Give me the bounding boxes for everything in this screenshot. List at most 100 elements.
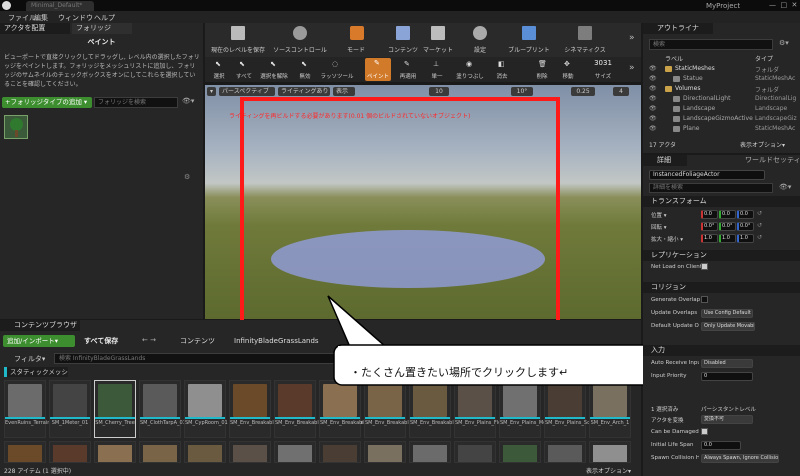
add-foliage-type-button[interactable]: +フォリッジタイプの追加 ▾: [2, 97, 92, 108]
tool-erase[interactable]: ◧ 消去: [491, 59, 513, 81]
menu-help[interactable]: ヘルプ: [94, 13, 115, 23]
asset-tile-row2[interactable]: [499, 441, 541, 463]
transform-value-field[interactable]: 1.0: [737, 234, 754, 243]
tab-foliage[interactable]: フォリッジ: [72, 23, 132, 34]
reset-arrow-icon[interactable]: ↺: [757, 222, 762, 229]
add-import-button[interactable]: 追加/インポート▾: [3, 335, 75, 347]
asset-tile-row2[interactable]: [229, 441, 271, 463]
transform-value-field[interactable]: 0.0°: [719, 222, 736, 231]
asset-tile-row2[interactable]: [184, 441, 226, 463]
transform-value-field[interactable]: 0.0: [701, 210, 718, 219]
details-search-input[interactable]: 詳細を検索: [649, 183, 773, 193]
angle-snap-value[interactable]: 10°: [511, 87, 533, 96]
settings-icon[interactable]: ⚙: [184, 173, 190, 181]
asset-tile-row2[interactable]: [454, 441, 496, 463]
eye-icon[interactable]: 👁▾: [182, 97, 200, 108]
settings-button[interactable]: 設定: [463, 23, 497, 57]
outliner-search-input[interactable]: 検索: [649, 39, 773, 50]
camera-speed-value[interactable]: 4: [613, 87, 629, 96]
outliner-row[interactable]: 👁 LandscapeGizmoActiveLandscapeGi Landsc…: [643, 115, 800, 125]
asset-tile-row2[interactable]: [49, 441, 91, 463]
foliage-search-input[interactable]: フォリッジを検索: [94, 97, 178, 108]
path-infinityblade[interactable]: InfinityBladeGrassLands: [234, 336, 319, 346]
content-button[interactable]: コンテンツ: [386, 23, 420, 57]
transform-value-field[interactable]: 1.0: [701, 234, 718, 243]
transform-value-field[interactable]: 0.0: [719, 210, 736, 219]
level-tab[interactable]: Minimal_Default*: [26, 1, 94, 11]
update-overlaps-dropdown[interactable]: Use Config Default ▾: [701, 309, 753, 318]
outliner-row[interactable]: 👁 StaticMeshes フォルダ: [643, 65, 800, 75]
toolbar-overflow-icon[interactable]: »: [629, 33, 635, 43]
reset-arrow-icon[interactable]: ↺: [757, 234, 762, 241]
tool-delete[interactable]: 🗑 削除: [531, 59, 553, 81]
replication-section-header[interactable]: レプリケーション: [643, 250, 800, 261]
marketplace-button[interactable]: マーケット: [421, 23, 455, 57]
asset-tile-row2[interactable]: [4, 441, 46, 463]
outliner-tab[interactable]: アウトライナ: [643, 23, 713, 34]
generate-overlap-checkbox[interactable]: [701, 296, 708, 303]
tab-place-actors[interactable]: アクタを配置: [0, 23, 70, 34]
outliner-view-options[interactable]: 表示オプション▾: [740, 140, 785, 149]
menu-window[interactable]: ウィンドウ: [58, 13, 93, 23]
collision-section-header[interactable]: コリジョン: [643, 282, 800, 293]
asset-tile-row2[interactable]: [139, 441, 181, 463]
menu-edit[interactable]: 編集: [34, 13, 48, 23]
tool-select-all[interactable]: ⬉ すべて: [233, 59, 255, 81]
asset-tile[interactable]: EvenRuins_Terrain: [4, 380, 50, 438]
input-priority-field[interactable]: 0: [701, 372, 753, 381]
save-all-button[interactable]: すべて保存: [84, 336, 134, 346]
visibility-eye-icon[interactable]: 👁: [649, 125, 657, 132]
visibility-eye-icon[interactable]: 👁: [649, 95, 657, 102]
lit-mode-button[interactable]: ライティングあり: [278, 87, 330, 96]
viewport-options-icon[interactable]: ▾: [207, 87, 216, 96]
brush-size[interactable]: 3031 サイズ: [589, 59, 617, 81]
convert-actor-dropdown[interactable]: 変換不可: [701, 415, 753, 424]
asset-tile-row2[interactable]: [274, 441, 316, 463]
can-be-damaged-checkbox[interactable]: [701, 428, 708, 435]
blueprints-button[interactable]: ブループリント: [505, 23, 553, 57]
tool-single[interactable]: ⊥ 単一: [427, 59, 447, 81]
outliner-row[interactable]: 👁 Landscape Landscape: [643, 105, 800, 115]
transform-value-field[interactable]: 0.0: [737, 210, 754, 219]
tool-invalid[interactable]: ⬉ 無効: [295, 59, 315, 81]
static-mesh-filter-chip[interactable]: スタティックメッシュ: [4, 367, 68, 377]
net-load-checkbox[interactable]: [701, 263, 708, 270]
input-section-header[interactable]: 入力: [643, 345, 800, 356]
window-controls[interactable]: — □ ✕: [769, 1, 797, 9]
save-level-button[interactable]: 現在のレベルを保存: [209, 23, 267, 57]
visibility-eye-icon[interactable]: 👁: [649, 85, 657, 92]
visibility-eye-icon[interactable]: 👁: [649, 105, 657, 112]
visibility-eye-icon[interactable]: 👁: [649, 75, 657, 82]
initial-life-span-field[interactable]: 0.0: [701, 441, 741, 450]
column-type[interactable]: タイプ: [755, 54, 773, 63]
reset-arrow-icon[interactable]: ↺: [757, 210, 762, 217]
tool-select[interactable]: ⬉ 選択: [209, 59, 229, 81]
source-control-button[interactable]: ソースコントロール: [271, 23, 329, 57]
details-tab[interactable]: 詳細: [643, 155, 687, 166]
asset-tile[interactable]: SM_Env_Breakables_Box1: [229, 380, 294, 438]
default-update-dropdown[interactable]: Only Update Movable ▾: [701, 322, 755, 331]
actor-name-field[interactable]: InstancedFoliageActor: [649, 170, 765, 180]
world-settings-tab[interactable]: ワールドセッティン: [733, 155, 799, 166]
perspective-button[interactable]: パースペクティブ: [219, 87, 275, 96]
show-button[interactable]: 表示: [333, 87, 355, 96]
details-view-icon[interactable]: 👁▾: [779, 183, 791, 191]
back-forward-icon[interactable]: ← →: [142, 336, 156, 344]
filters-button[interactable]: フィルタ▾: [14, 354, 45, 364]
asset-tile[interactable]: SM_Cherry_Tree: [94, 380, 136, 438]
visibility-eye-icon[interactable]: 👁: [649, 115, 657, 122]
content-view-options[interactable]: 表示オプション▾: [586, 466, 631, 475]
outliner-row[interactable]: 👁 DirectionalLight DirectionalLig: [643, 95, 800, 105]
asset-tile-row2[interactable]: [409, 441, 451, 463]
outliner-settings-icon[interactable]: ⚙▾: [779, 39, 789, 47]
grid-snap-value[interactable]: 10: [429, 87, 449, 96]
auto-receive-input-dropdown[interactable]: Disabled: [701, 359, 753, 368]
transform-value-field[interactable]: 1.0: [719, 234, 736, 243]
tool-reapply[interactable]: ✎ 再適用: [395, 59, 421, 81]
visibility-eye-icon[interactable]: 👁: [649, 65, 657, 72]
scale-snap-value[interactable]: 0.25: [571, 87, 595, 96]
content-browser-tab[interactable]: コンテンツブラウザ: [0, 320, 80, 331]
tool-paint[interactable]: ✎ ペイント: [365, 58, 391, 81]
menu-file[interactable]: ファイル: [8, 13, 36, 23]
asset-tile-row2[interactable]: [364, 441, 406, 463]
